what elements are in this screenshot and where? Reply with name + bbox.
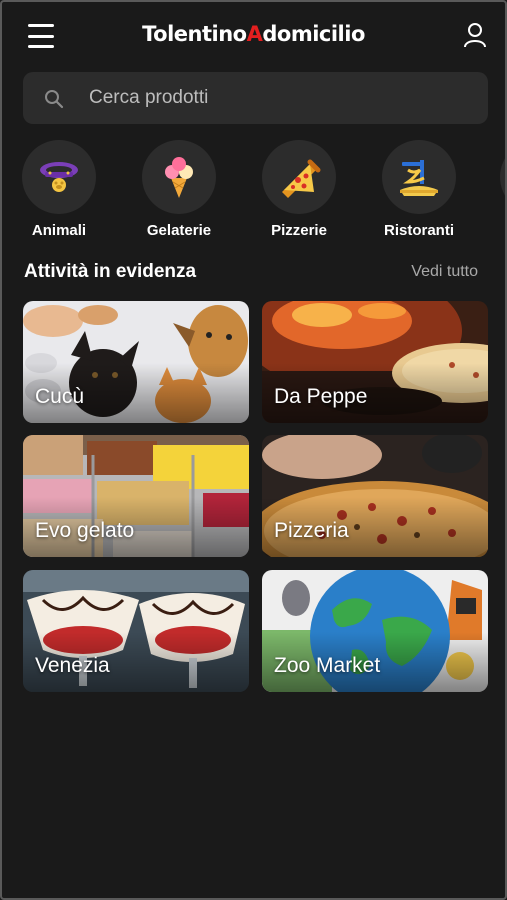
business-card-zoo-market[interactable]: Zoo Market — [262, 570, 488, 692]
category-pizzerie[interactable]: Pizzerie — [239, 140, 359, 239]
category-ristoranti[interactable]: Ristoranti — [359, 140, 479, 239]
category-more-partial[interactable] — [500, 140, 505, 214]
category-label: Animali — [31, 222, 87, 239]
logo-text-accent: A — [246, 22, 263, 46]
business-name: Venezia — [35, 654, 110, 677]
search-input[interactable] — [89, 72, 469, 124]
logo-text-2: domicilio — [262, 22, 365, 46]
business-name: Zoo Market — [274, 654, 381, 677]
pet-collar-icon — [22, 140, 96, 214]
search-bar[interactable] — [23, 72, 488, 124]
business-name: Evo gelato — [35, 519, 135, 542]
search-icon — [45, 90, 64, 109]
category-row: Animali Gelaterie Pizzerie Ristoranti — [2, 140, 505, 250]
category-gelaterie[interactable]: Gelaterie — [119, 140, 239, 239]
featured-section-title: Attività in evidenza — [24, 261, 197, 282]
app-logo[interactable]: TolentinoAdomicilio — [2, 22, 505, 46]
category-label: Ristoranti — [383, 222, 454, 239]
ice-cream-icon — [142, 140, 216, 214]
business-card-evo-gelato[interactable]: Evo gelato — [23, 435, 249, 557]
business-name: Pizzeria — [274, 519, 349, 542]
category-label: Gelaterie — [146, 222, 212, 239]
category-animali[interactable]: Animali — [2, 140, 119, 239]
pizza-slice-icon — [262, 140, 336, 214]
business-card-venezia[interactable]: Venezia — [23, 570, 249, 692]
business-card-pizzeria[interactable]: Pizzeria — [262, 435, 488, 557]
logo-text-1: Tolentino — [142, 22, 247, 46]
business-card-da-peppe[interactable]: Da Peppe — [262, 301, 488, 423]
business-name: Da Peppe — [274, 385, 368, 408]
business-card-cucu[interactable]: Cucù — [23, 301, 249, 423]
pasta-icon — [382, 140, 456, 214]
user-icon[interactable] — [463, 22, 487, 48]
see-all-link[interactable]: Vedi tutto — [411, 263, 478, 281]
app-screen: TolentinoAdomicilio Cerca prodotti Anima… — [0, 0, 507, 900]
top-bar: TolentinoAdomicilio — [2, 2, 505, 72]
business-name: Cucù — [35, 385, 85, 408]
category-label: Pizzerie — [271, 222, 327, 239]
